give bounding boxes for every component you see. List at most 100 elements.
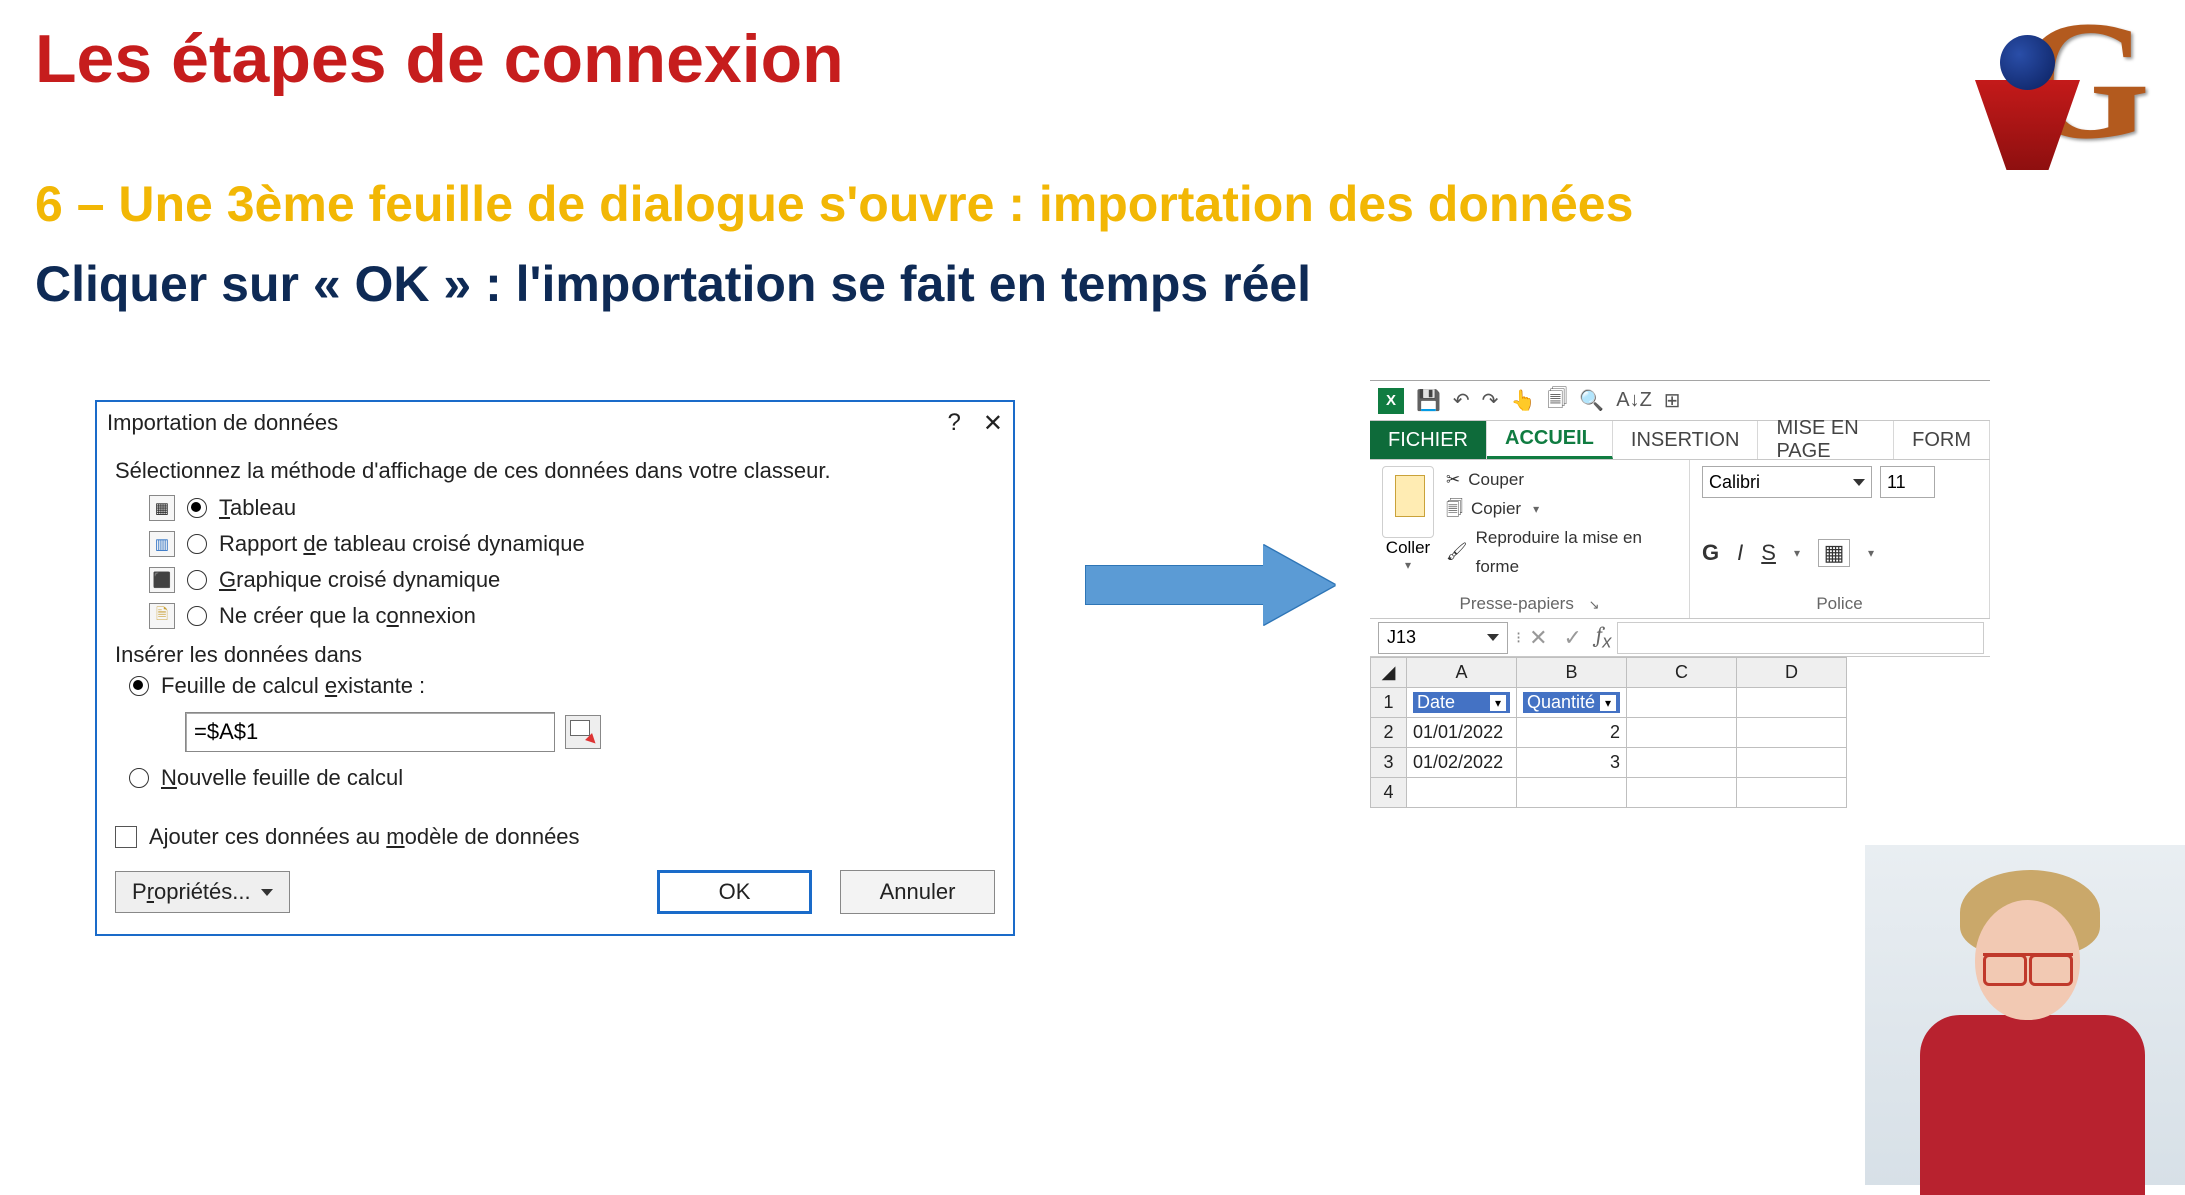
- fx-icon[interactable]: fx: [1596, 622, 1611, 652]
- cell[interactable]: [1517, 778, 1627, 808]
- cell[interactable]: [1627, 778, 1737, 808]
- filter-dropdown-icon[interactable]: ▾: [1600, 695, 1616, 711]
- cell[interactable]: [1737, 688, 1847, 718]
- col-header-a[interactable]: A: [1407, 658, 1517, 688]
- clipboard-group-label: Presse-papiers: [1460, 594, 1574, 613]
- borders-button[interactable]: ▦: [1818, 539, 1850, 567]
- copy-dropdown-icon[interactable]: ▾: [1533, 499, 1539, 519]
- save-icon[interactable]: 💾: [1416, 388, 1441, 413]
- pivotchart-icon: ⬛: [149, 567, 175, 593]
- connection-icon: 🗎: [149, 603, 175, 629]
- redo-icon[interactable]: ↷: [1482, 388, 1499, 413]
- formula-accept-icon[interactable]: ✓: [1564, 625, 1582, 651]
- sort-icon[interactable]: A↓Z: [1616, 389, 1652, 412]
- radio-pivotchart-label: Graphique croisé dynamique: [219, 567, 500, 593]
- select-all-triangle[interactable]: ◢: [1371, 658, 1407, 688]
- close-icon[interactable]: ✕: [983, 409, 1003, 438]
- existing-sheet-label: Feuille de calcul existante :: [161, 673, 425, 699]
- ribbon-tabs: FICHIER ACCUEIL INSERTION MISE EN PAGE F…: [1370, 421, 1990, 459]
- pivot-icon: ▥: [149, 531, 175, 557]
- formula-bar[interactable]: [1617, 622, 1984, 654]
- bold-button[interactable]: G: [1702, 540, 1719, 566]
- col-header-c[interactable]: C: [1627, 658, 1737, 688]
- name-box[interactable]: J13: [1378, 622, 1508, 654]
- italic-button[interactable]: I: [1737, 540, 1743, 566]
- radio-pivot[interactable]: [187, 534, 207, 554]
- cell-reference-input[interactable]: [185, 712, 555, 752]
- tab-formulas[interactable]: FORM: [1894, 421, 1990, 459]
- cell[interactable]: [1737, 778, 1847, 808]
- properties-button[interactable]: Propriétés...: [115, 871, 290, 913]
- row-header[interactable]: 3: [1371, 748, 1407, 778]
- worksheet-grid[interactable]: ◢ A B C D 1 Date▾ Quantité▾ 2 01/01/2022…: [1370, 657, 1847, 808]
- table-icon: ▦: [149, 495, 175, 521]
- preview-icon[interactable]: 🔍: [1579, 388, 1604, 413]
- font-name-combo[interactable]: Calibri: [1702, 466, 1872, 498]
- row-header[interactable]: 1: [1371, 688, 1407, 718]
- cell[interactable]: 2: [1517, 718, 1627, 748]
- tab-page-layout[interactable]: MISE EN PAGE: [1758, 421, 1894, 459]
- import-data-dialog: Importation de données ? ✕ Sélectionnez …: [95, 400, 1015, 936]
- cell[interactable]: [1737, 748, 1847, 778]
- table-header-cell[interactable]: Quantité▾: [1517, 688, 1627, 718]
- copy-label: Copier: [1471, 495, 1521, 524]
- cell[interactable]: [1737, 718, 1847, 748]
- ribbon: Coller ▾ ✂Couper 🗐Copier▾ 🖌Reproduire la…: [1370, 459, 1990, 619]
- cell[interactable]: [1407, 778, 1517, 808]
- row-header[interactable]: 4: [1371, 778, 1407, 808]
- radio-existing-sheet[interactable]: [129, 676, 149, 696]
- radio-pivotchart[interactable]: [187, 570, 207, 590]
- chevron-down-icon: [1487, 634, 1499, 641]
- slide-instruction: Cliquer sur « OK » : l'importation se fa…: [35, 255, 1311, 313]
- help-icon[interactable]: ?: [948, 409, 961, 438]
- add-to-model-checkbox[interactable]: [115, 826, 137, 848]
- slide-step-line: 6 – Une 3ème feuille de dialogue s'ouvre…: [35, 175, 1633, 233]
- print-preview-icon[interactable]: 🗐: [1547, 384, 1567, 418]
- formula-cancel-icon[interactable]: ✕: [1529, 625, 1547, 651]
- cell[interactable]: [1627, 688, 1737, 718]
- touch-mode-icon[interactable]: 👆: [1510, 388, 1535, 413]
- table-header-cell[interactable]: Date▾: [1407, 688, 1517, 718]
- form-icon[interactable]: ⊞: [1664, 388, 1681, 413]
- brand-logo: G: [1960, 15, 2150, 180]
- radio-new-sheet[interactable]: [129, 768, 149, 788]
- slide-title: Les étapes de connexion: [35, 20, 844, 98]
- radio-table[interactable]: [187, 498, 207, 518]
- font-size-combo[interactable]: 11: [1880, 466, 1935, 498]
- paste-dropdown-icon[interactable]: ▾: [1382, 558, 1434, 572]
- cell[interactable]: 01/02/2022: [1407, 748, 1517, 778]
- format-painter-label: Reproduire la mise en forme: [1476, 524, 1677, 582]
- dialog-intro-text: Sélectionnez la méthode d'affichage de c…: [115, 458, 995, 484]
- range-picker-button[interactable]: [565, 715, 601, 749]
- cell[interactable]: [1627, 748, 1737, 778]
- font-group-label: Police: [1702, 594, 1977, 614]
- tab-insert[interactable]: INSERTION: [1613, 421, 1759, 459]
- properties-label: Propriétés...: [132, 879, 251, 905]
- tab-home[interactable]: ACCUEIL: [1487, 421, 1613, 459]
- copy-icon[interactable]: 🗐: [1446, 495, 1463, 524]
- filter-dropdown-icon[interactable]: ▾: [1490, 695, 1506, 711]
- cell[interactable]: [1627, 718, 1737, 748]
- tab-file[interactable]: FICHIER: [1370, 421, 1487, 459]
- underline-button[interactable]: S: [1761, 540, 1776, 566]
- cut-icon[interactable]: ✂: [1446, 466, 1460, 495]
- paste-label: Coller: [1382, 538, 1434, 558]
- cell[interactable]: 01/01/2022: [1407, 718, 1517, 748]
- clipboard-dialog-launcher-icon[interactable]: ↘: [1589, 597, 1600, 612]
- cell[interactable]: 3: [1517, 748, 1627, 778]
- col-header-d[interactable]: D: [1737, 658, 1847, 688]
- insert-into-label: Insérer les données dans: [115, 642, 995, 668]
- format-painter-icon[interactable]: 🖌: [1446, 538, 1468, 567]
- quick-access-toolbar: X 💾 ↶ ↷ 👆 🗐 🔍 A↓Z ⊞: [1370, 381, 1990, 421]
- row-header[interactable]: 2: [1371, 718, 1407, 748]
- excel-window: X 💾 ↶ ↷ 👆 🗐 🔍 A↓Z ⊞ FICHIER ACCUEIL INSE…: [1370, 380, 1990, 850]
- radio-connection-only[interactable]: [187, 606, 207, 626]
- dialog-title: Importation de données: [107, 410, 338, 436]
- col-header-b[interactable]: B: [1517, 658, 1627, 688]
- chevron-down-icon: [261, 889, 273, 896]
- paste-button[interactable]: [1382, 466, 1434, 538]
- ok-button[interactable]: OK: [657, 870, 812, 914]
- undo-icon[interactable]: ↶: [1453, 388, 1470, 413]
- presenter-thumbnail: [1865, 845, 2185, 1185]
- cancel-button[interactable]: Annuler: [840, 870, 995, 914]
